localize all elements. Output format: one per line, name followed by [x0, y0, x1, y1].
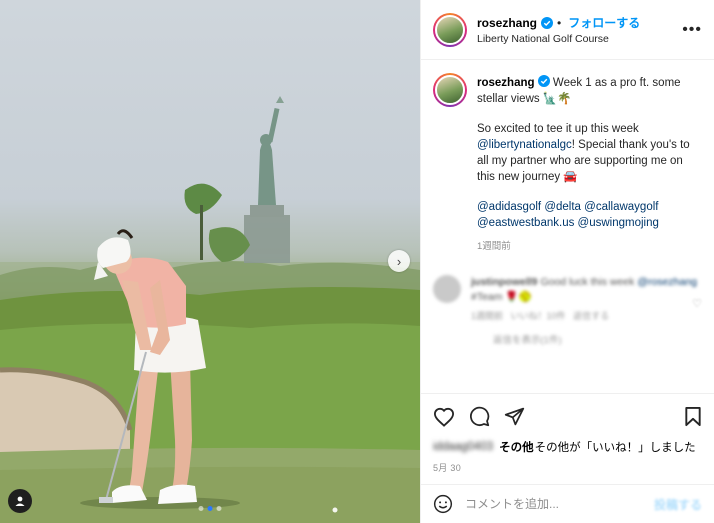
add-comment-bar: 投稿する — [421, 484, 714, 523]
comment-input[interactable] — [465, 497, 654, 511]
likes-summary: iddaag0403 その他 その他が「いいね！」しました — [433, 439, 702, 455]
more-horizontal-icon[interactable]: ••• — [682, 21, 702, 39]
comment-avatar[interactable] — [433, 275, 461, 303]
liker-username[interactable]: iddaag0403 — [433, 441, 493, 453]
mention-link[interactable]: @libertynationalgc — [477, 139, 572, 151]
likes-others-link[interactable]: その他 — [499, 439, 534, 455]
carousel-dot — [216, 506, 222, 511]
comment-item: justinpowell9 Good luck this week @rosez… — [433, 275, 702, 322]
comment-likes[interactable]: いいね！10件 — [511, 311, 566, 321]
comment-username[interactable]: justinpowell9 — [471, 276, 538, 288]
likes-suffix: その他が「いいね！」しました — [534, 442, 696, 454]
comment-text: Good luck this week — [540, 276, 635, 288]
post-date[interactable]: 5月 30 — [433, 461, 702, 474]
mention-link[interactable]: @adidasgolf — [477, 201, 541, 213]
post-comment-button[interactable]: 投稿する — [654, 496, 702, 513]
comment-like-heart-icon[interactable]: ♡ — [692, 297, 702, 310]
author-avatar[interactable] — [433, 12, 467, 47]
view-replies-link[interactable]: 返信を表示(1件) — [493, 332, 702, 346]
share-paper-plane-icon[interactable] — [504, 406, 525, 427]
mention-link[interactable]: @uswingmojing — [578, 217, 659, 229]
post-photo[interactable]: › — [0, 0, 420, 523]
reply-button[interactable]: 返信する — [573, 311, 609, 321]
golf-scene-image — [0, 96, 420, 523]
chevron-right-icon: › — [396, 253, 402, 269]
comment-bubble-icon[interactable] — [469, 406, 490, 427]
author-username[interactable]: rosezhang — [477, 16, 537, 30]
location-link[interactable]: Liberty National Golf Course — [477, 33, 682, 45]
caption-avatar[interactable] — [433, 73, 467, 107]
mention-link[interactable]: @delta — [544, 201, 581, 213]
user-tag-icon — [15, 496, 25, 506]
tagged-users-button[interactable] — [8, 489, 32, 513]
comment-timestamp: 1週間前 — [471, 311, 504, 321]
mention-link[interactable]: @rosezhang — [637, 276, 697, 288]
follow-button[interactable]: フォローする — [568, 14, 640, 31]
post-header: rosezhang • フォローする Liberty National Golf… — [421, 0, 714, 60]
caption-username[interactable]: rosezhang — [477, 77, 535, 89]
caption: rosezhang Week 1 as a pro ft. some stell… — [433, 73, 702, 255]
caption-timestamp[interactable]: 1週間前 — [477, 239, 702, 255]
emoji-smiley-icon[interactable] — [433, 494, 453, 514]
save-bookmark-icon[interactable] — [684, 406, 702, 427]
comment-text: #Team 🌹🥎 — [471, 291, 532, 303]
carousel-dot-active — [207, 506, 213, 511]
next-photo-button[interactable]: › — [388, 250, 410, 272]
comments-section[interactable]: rosezhang Week 1 as a pro ft. some stell… — [421, 61, 714, 393]
verified-badge-icon — [541, 16, 554, 29]
post-side-panel: rosezhang • フォローする Liberty National Golf… — [420, 0, 714, 523]
mention-link[interactable]: @eastwestbank.us — [477, 217, 574, 229]
verified-badge-icon — [537, 75, 550, 87]
like-heart-icon[interactable] — [433, 407, 455, 427]
carousel-indicator — [198, 506, 222, 511]
caption-line2-prefix: So excited to tee it up this week — [477, 123, 639, 135]
action-bar: iddaag0403 その他 その他が「いいね！」しました 5月 30 — [421, 393, 714, 474]
carousel-dot — [198, 506, 204, 511]
mention-link[interactable]: @callawaygolf — [584, 201, 658, 213]
